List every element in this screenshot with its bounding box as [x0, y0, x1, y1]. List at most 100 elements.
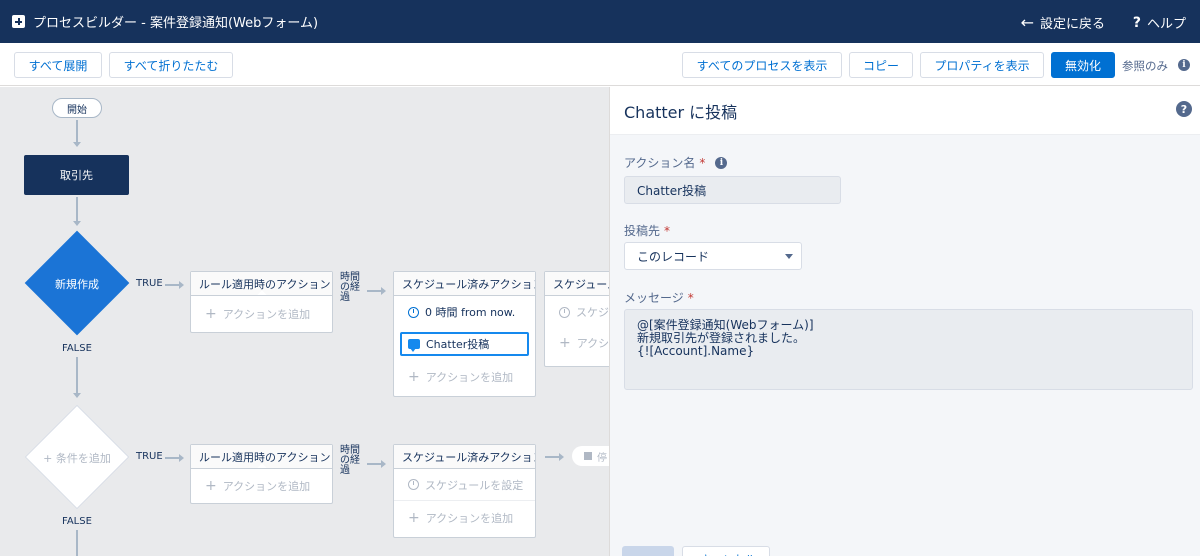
scheduled-actions-card-2[interactable]: スケジュール スケジ + アクシ [544, 271, 609, 367]
false-label: FALSE [62, 516, 92, 527]
clock-icon [408, 479, 419, 490]
connector [165, 457, 179, 459]
connector-arrow [559, 453, 564, 461]
true-label: TRUE [136, 278, 163, 289]
view-all-processes-button[interactable]: すべてのプロセスを表示 [682, 52, 842, 78]
pending-node: 停 [572, 446, 609, 466]
add-action-link[interactable]: + アクションを追加 [191, 469, 332, 503]
help-label: ヘルプ [1146, 17, 1186, 32]
connector [76, 357, 78, 393]
plus-icon: + [205, 306, 217, 322]
process-builder-icon [12, 15, 25, 28]
connector-arrow [381, 287, 386, 295]
message-label-text: メッセージ [624, 291, 684, 305]
post-to-label: 投稿先 * [624, 222, 670, 239]
clock-icon [559, 306, 570, 318]
required-marker: * [699, 155, 706, 170]
scheduled-actions-card[interactable]: スケジュール済みアクション 0 時間 from now. Chatter投稿 +… [393, 271, 536, 397]
add-criteria-label: + 条件を追加 [24, 450, 130, 466]
post-to-select[interactable]: このレコード [624, 242, 802, 270]
cancel-button[interactable]: キャンセル [682, 546, 770, 556]
add-action-link[interactable]: + アクシ [545, 328, 609, 358]
chatter-action-item[interactable]: Chatter投稿 [400, 332, 529, 356]
action-name-label: アクション名 * i [624, 154, 728, 171]
clock-icon [408, 306, 419, 318]
connector-arrow [73, 142, 81, 147]
connector-arrow [73, 221, 81, 226]
post-to-label-text: 投稿先 [624, 224, 661, 238]
title-bar: プロセスビルダー - 案件登録通知(Webフォーム) ← 設定に戻る ? ヘルプ [0, 0, 1200, 43]
info-icon[interactable]: i [715, 156, 728, 169]
required-marker: * [664, 223, 671, 238]
card-header: ルール適用時のアクション [191, 445, 332, 469]
card-header: スケジュール済みアクション [394, 272, 535, 296]
plus-icon: + [559, 335, 571, 351]
add-action-link[interactable]: + アクションを追加 [191, 296, 332, 332]
schedule-label: スケジ [576, 306, 609, 319]
schedule-row[interactable]: スケジ [545, 296, 609, 328]
copy-button[interactable]: コピー [849, 52, 913, 78]
view-properties-button[interactable]: プロパティを表示 [920, 52, 1044, 78]
time-elapsed-label: 時間の経過 [340, 272, 360, 303]
panel-header: Chatter に投稿 [610, 87, 1200, 135]
connector [367, 290, 381, 292]
pending-label: 停 [597, 452, 607, 464]
connector [76, 530, 78, 556]
criteria-label: 新規作成 [55, 278, 99, 291]
add-action-label: アクションを追加 [425, 512, 514, 525]
plus-icon: + [205, 478, 217, 494]
connector-arrow [179, 454, 184, 462]
card-title: ルール適用時のアクション [199, 450, 331, 464]
back-to-setup-link[interactable]: ← 設定に戻る [1021, 13, 1105, 32]
panel-title: Chatter に投稿 [624, 102, 738, 122]
window-title: プロセスビルダー - 案件登録通知(Webフォーム) [33, 16, 319, 31]
schedule-row[interactable]: 0 時間 from now. [394, 296, 535, 328]
start-node: 開始 [52, 98, 102, 118]
plus-icon: + [43, 452, 56, 465]
stop-icon [584, 452, 592, 460]
save-button[interactable] [622, 546, 674, 556]
card-header: スケジュール [545, 272, 609, 296]
collapse-all-button[interactable]: すべて折りたたむ [109, 52, 233, 78]
post-to-value: このレコード [637, 249, 710, 264]
question-icon: ? [1132, 14, 1141, 31]
required-marker: * [687, 290, 694, 305]
set-schedule-link[interactable]: スケジュールを設定 [394, 469, 535, 501]
add-action-link[interactable]: + アクションを追加 [394, 360, 535, 394]
action-name-input[interactable]: Chatter投稿 [624, 176, 841, 204]
connector [76, 120, 78, 142]
card-title: ルール適用時のアクション [199, 277, 331, 291]
schedule-time: 0 時間 from now. [425, 306, 516, 319]
connector-arrow [73, 393, 81, 398]
immediate-actions-card[interactable]: ルール適用時のアクション + アクションを追加 [190, 444, 333, 504]
card-title: スケジュール [553, 277, 609, 291]
time-elapsed-label: 時間の経過 [340, 445, 360, 476]
add-action-label: アクションを追加 [222, 308, 311, 321]
plus-icon: + [408, 510, 420, 526]
scheduled-actions-card[interactable]: スケジュール済みアクション スケジュールを設定 + アクションを追加 [393, 444, 536, 538]
read-only-label: 参照のみ [1122, 59, 1168, 73]
expand-all-button[interactable]: すべて展開 [14, 52, 102, 78]
add-action-label: アクションを追加 [425, 371, 514, 384]
card-header: スケジュール済みアクション [394, 445, 535, 469]
connector-arrow [381, 460, 386, 468]
object-node[interactable]: 取引先 [24, 155, 129, 195]
connector [367, 463, 381, 465]
connector-arrow [179, 281, 184, 289]
card-title: スケジュール済みアクション [402, 277, 535, 291]
info-icon[interactable]: i [1178, 59, 1190, 71]
connector [545, 456, 559, 458]
add-action-label: アクションを追加 [222, 480, 311, 493]
immediate-actions-card[interactable]: ルール適用時のアクション + アクションを追加 [190, 271, 333, 333]
help-link[interactable]: ? ヘルプ [1132, 13, 1186, 33]
back-to-setup-label: 設定に戻る [1039, 17, 1105, 32]
message-textarea[interactable]: @[案件登録通知(Webフォーム)] 新規取引先が登録されました。 {![Acc… [624, 309, 1193, 390]
add-criteria-text: 条件を追加 [55, 452, 111, 465]
chevron-down-icon [785, 254, 793, 259]
chatter-action-label: Chatter投稿 [426, 338, 490, 351]
chat-bubble-icon [408, 339, 420, 352]
deactivate-button[interactable]: 無効化 [1051, 52, 1115, 78]
connector [165, 284, 179, 286]
help-icon[interactable]: ? [1176, 101, 1192, 117]
add-action-link[interactable]: + アクションを追加 [394, 501, 535, 535]
